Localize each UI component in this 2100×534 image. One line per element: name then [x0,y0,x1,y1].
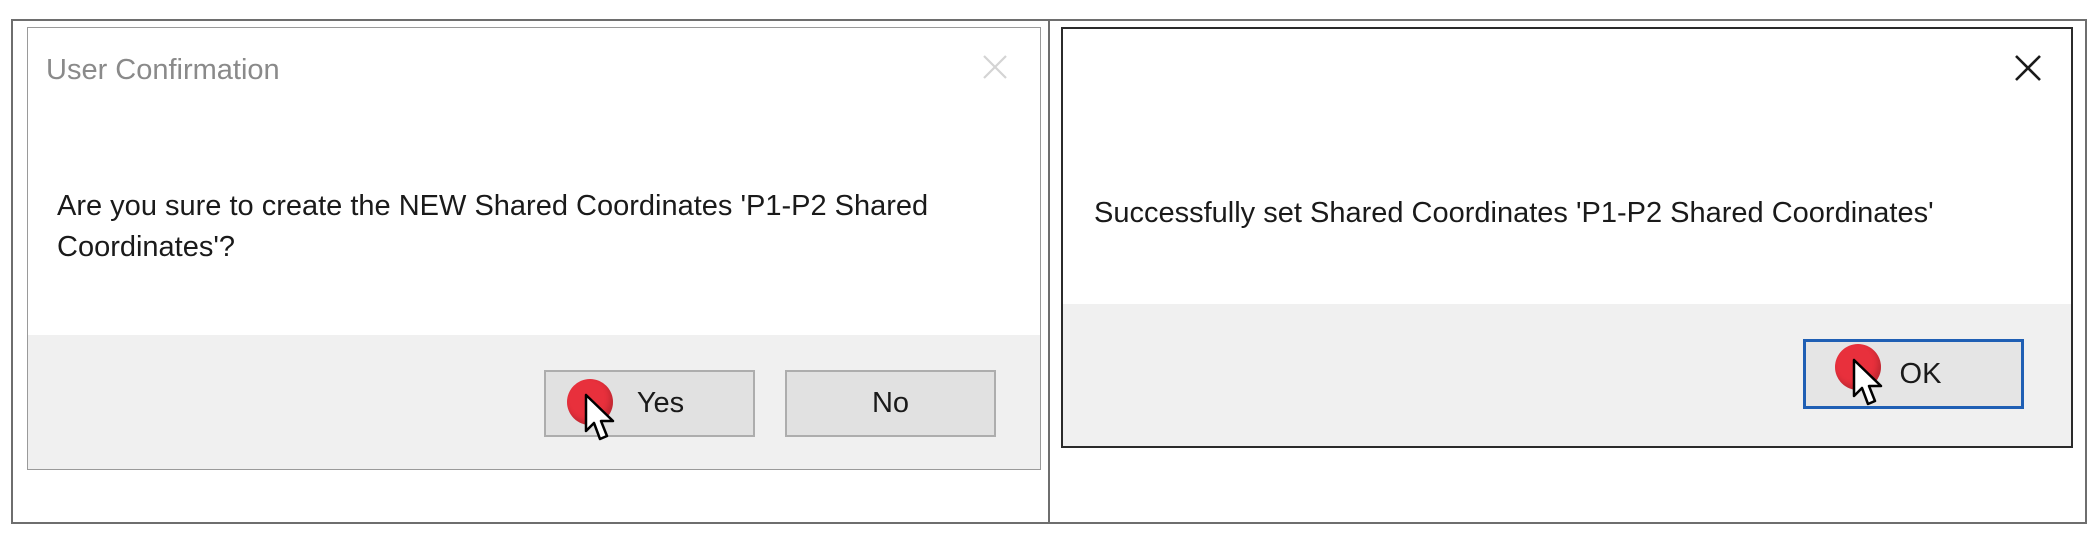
yes-button-label: Yes [636,387,685,419]
pointer-cursor-icon [584,393,615,441]
panel-divider [1048,19,1050,524]
user-confirmation-dialog: User Confirmation Are you sure to create… [27,27,1041,470]
no-button[interactable]: No [785,370,996,437]
dialog-title: User Confirmation [46,54,280,86]
confirmation-message: Are you sure to create the NEW Shared Co… [57,190,929,263]
pointer-cursor-icon [1852,358,1883,406]
no-button-label: No [871,387,910,419]
success-dialog: Successfully set Shared Coordinates 'P1-… [1061,27,2073,448]
close-icon[interactable] [978,50,1012,84]
dialog-footer: Yes No [28,335,1040,469]
dialog-footer: OK [1063,304,2071,446]
success-message: Successfully set Shared Coordinates 'P1-… [1094,197,1934,229]
close-icon[interactable] [2011,51,2045,85]
ok-button-label: OK [1899,357,1942,390]
